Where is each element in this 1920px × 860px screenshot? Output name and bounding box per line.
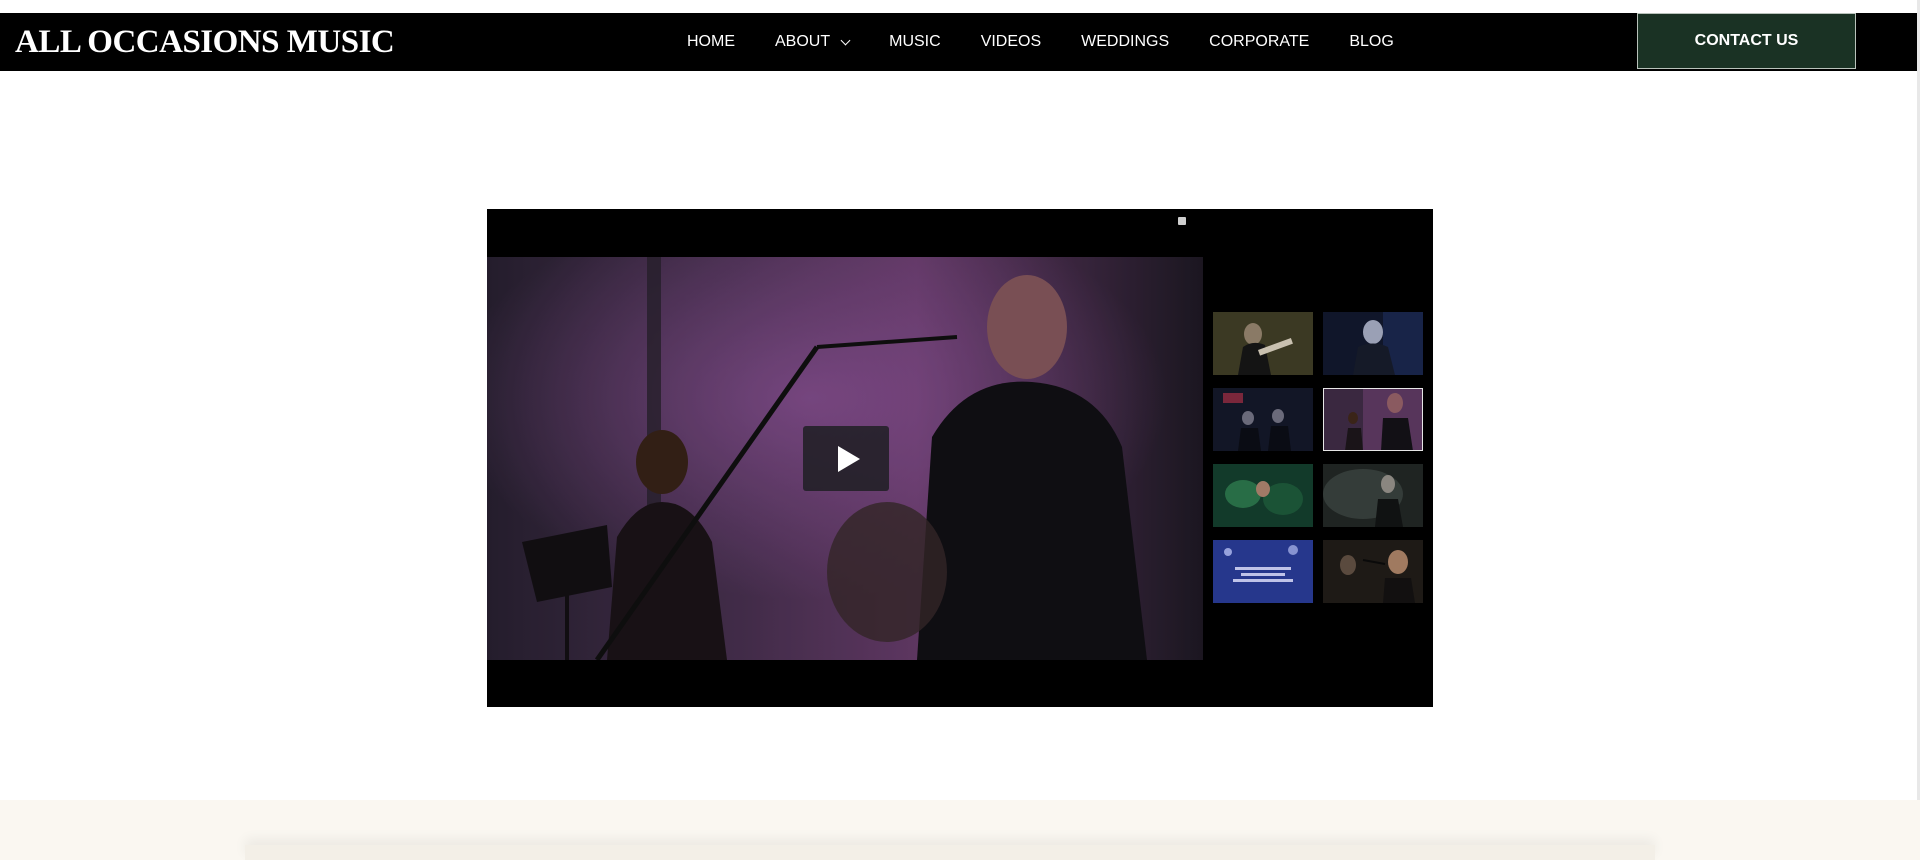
chevron-down-icon (840, 35, 851, 45)
nav-about-label: ABOUT (775, 33, 831, 50)
thumbnail-singer-blue[interactable] (1323, 312, 1423, 375)
nav-home[interactable]: HOME (687, 13, 735, 71)
thumbnail-band-wide[interactable] (1213, 388, 1313, 451)
nav-corporate-label: CORPORATE (1209, 33, 1310, 50)
nav-corporate[interactable]: CORPORATE (1209, 13, 1309, 71)
cursor-marker (1178, 217, 1186, 225)
main-video[interactable] (487, 257, 1203, 660)
thumbnail-image (1213, 388, 1313, 451)
site-logo[interactable]: ALL OCCASIONS MUSIC (15, 25, 395, 59)
site-header: ALL OCCASIONS MUSIC HOME ABOUT MUSIC VID… (0, 13, 1920, 71)
top-strip (0, 0, 1920, 13)
nav-videos[interactable]: VIDEOS (981, 13, 1041, 71)
main-nav: HOME ABOUT MUSIC VIDEOS WEDDINGS CORPORA… (687, 13, 1434, 71)
nav-weddings[interactable]: WEDDINGS (1081, 13, 1169, 71)
nav-blog[interactable]: BLOG (1349, 13, 1393, 71)
thumbnail-image (1323, 540, 1423, 603)
thumbnail-guitarist-smoke[interactable] (1323, 464, 1423, 527)
thumbnail-image (1323, 388, 1423, 451)
thumbnail-guitarist-stage[interactable] (1213, 312, 1313, 375)
thumbnail-image (1323, 464, 1423, 527)
thumbnail-image (1213, 312, 1313, 375)
play-icon[interactable] (803, 426, 889, 491)
nav-blog-label: BLOG (1349, 33, 1394, 50)
nav-music-label: MUSIC (889, 33, 941, 50)
footer-card-edge (245, 845, 1655, 860)
nav-home-label: HOME (687, 33, 735, 50)
nav-videos-label: VIDEOS (980, 33, 1042, 50)
thumbnail-duo-purple[interactable] (1323, 388, 1423, 451)
nav-about[interactable]: ABOUT (775, 13, 851, 71)
thumbnail-singer-closeup[interactable] (1323, 540, 1423, 603)
video-gallery-player (487, 209, 1433, 707)
thumbnail-image (1213, 540, 1313, 603)
nav-weddings-label: WEDDINGS (1081, 33, 1170, 50)
contact-us-button[interactable]: CONTACT US (1637, 13, 1856, 69)
thumbnail-image (1323, 312, 1423, 375)
thumbnail-crowd-green[interactable] (1213, 464, 1313, 527)
thumbnail-text-overlay[interactable] (1213, 540, 1313, 603)
nav-music[interactable]: MUSIC (889, 13, 941, 71)
thumbnail-image (1213, 464, 1313, 527)
